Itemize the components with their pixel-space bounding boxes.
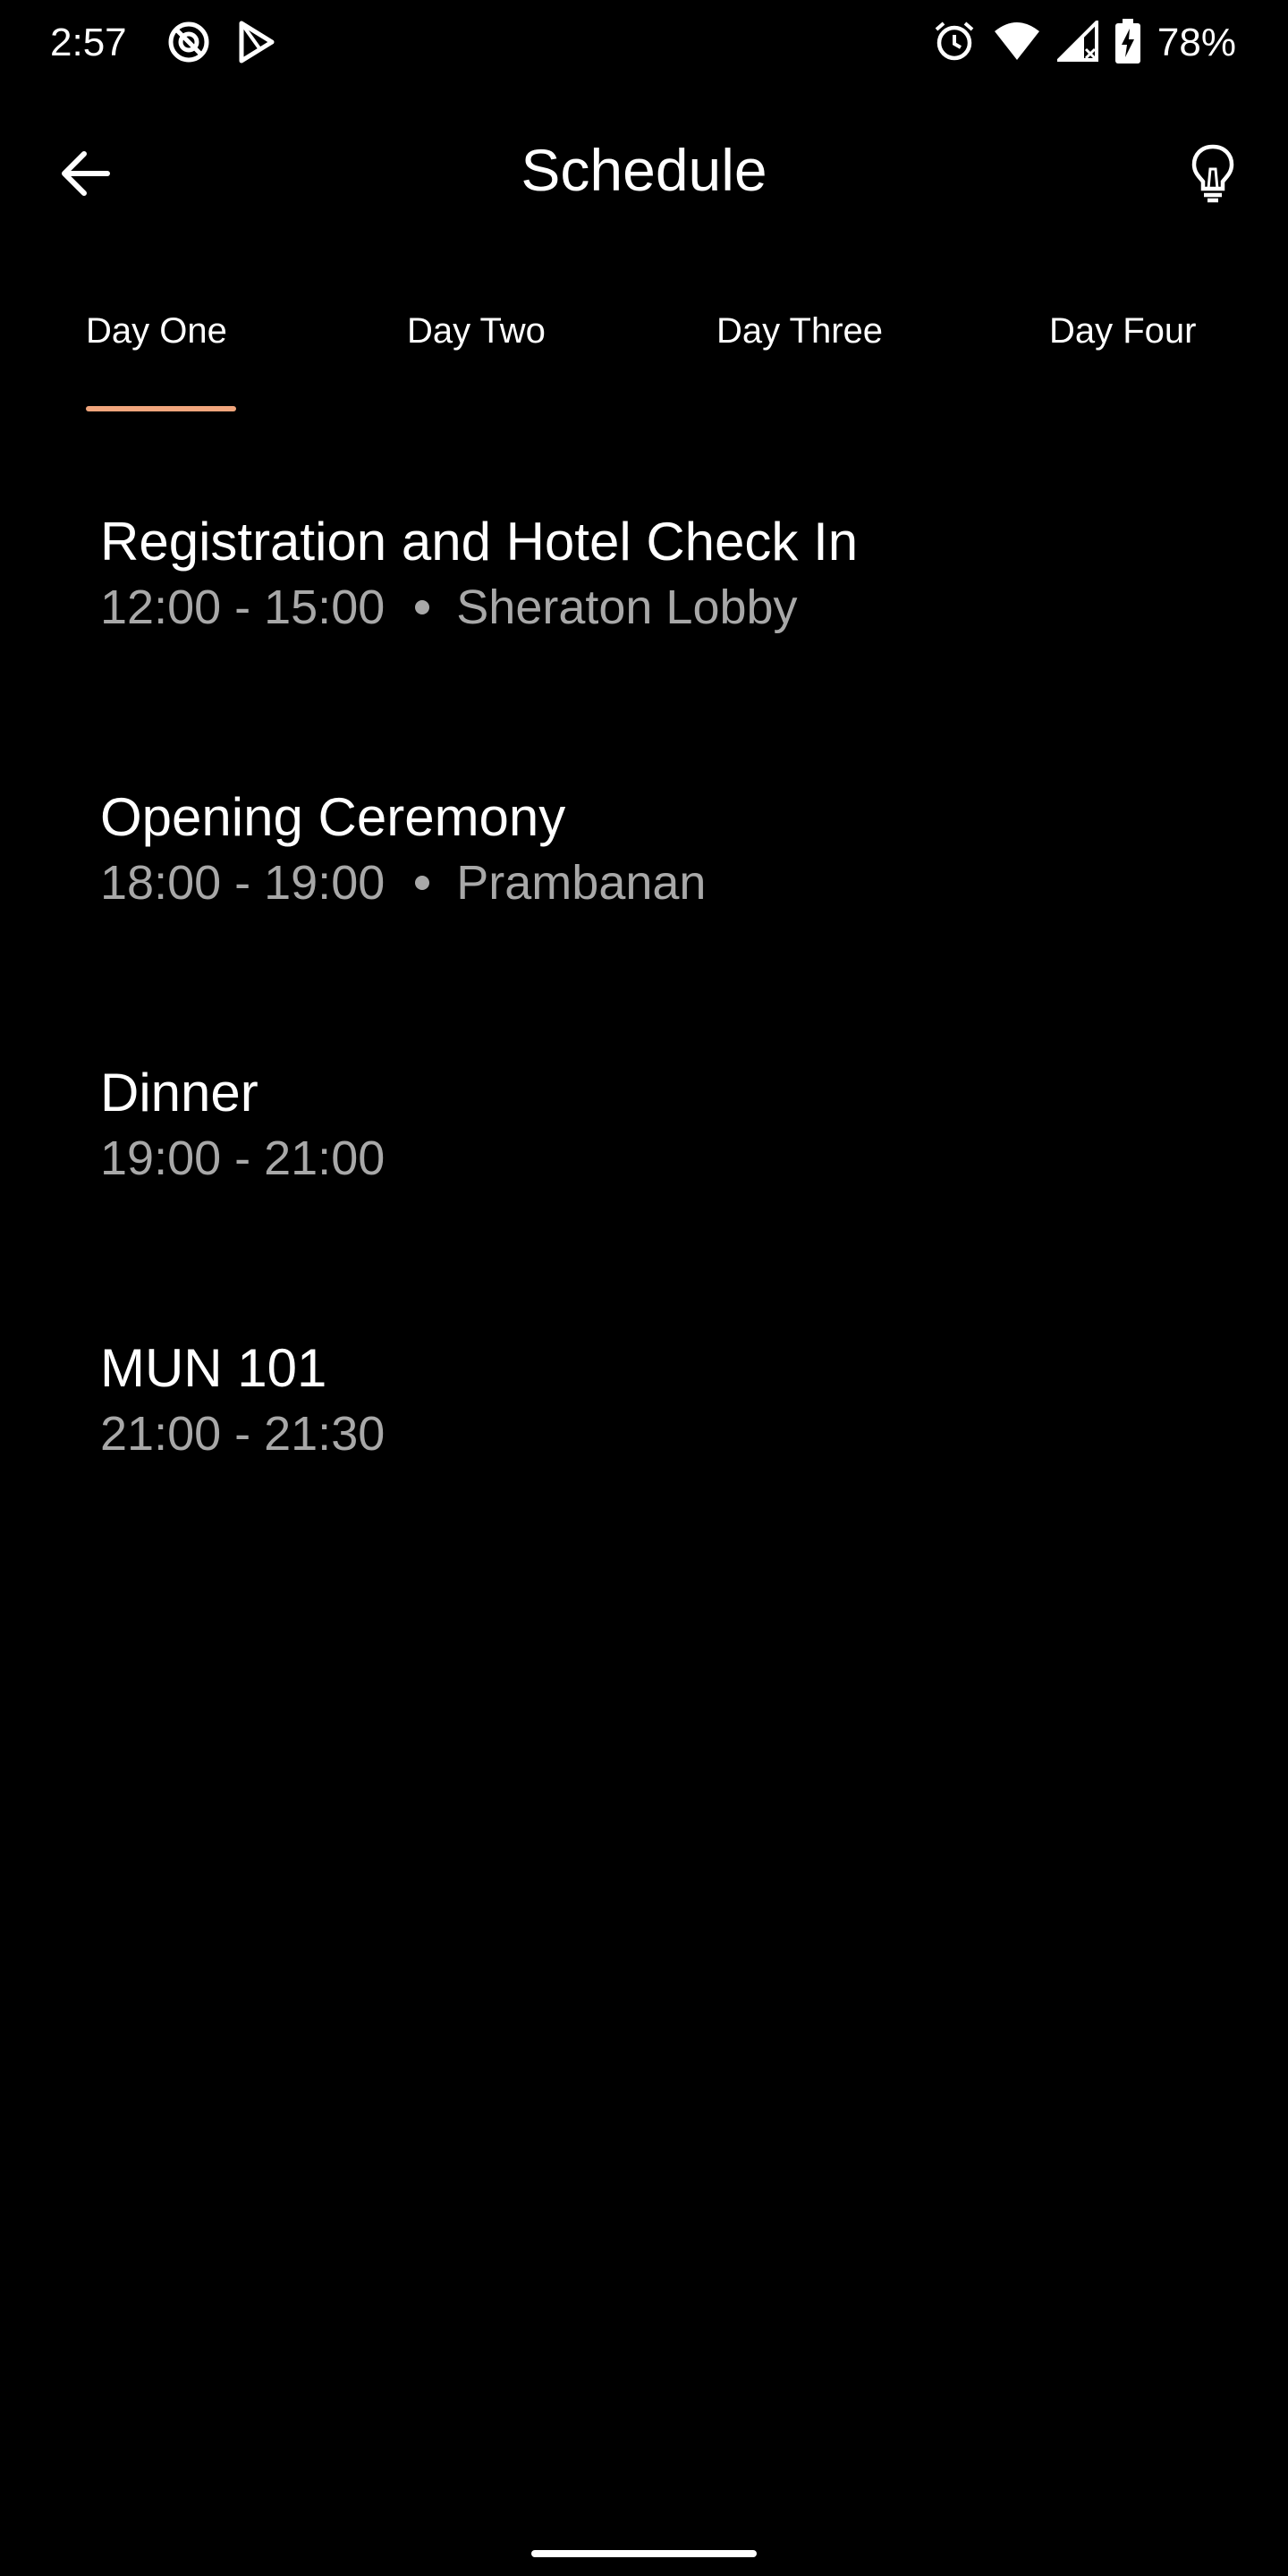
day-tabs: Day One Day Two Day Three Day Four [0, 295, 1288, 420]
schedule-item[interactable]: Opening Ceremony 18:00 - 19:00 Prambanan [0, 758, 1288, 955]
battery-charging-icon [1114, 18, 1141, 69]
tab-day-one[interactable]: Day One [86, 295, 227, 420]
event-meta: 18:00 - 19:00 Prambanan [100, 852, 706, 914]
schedule-item[interactable]: Registration and Hotel Check In 12:00 - … [0, 483, 1288, 680]
event-location: Prambanan [456, 856, 707, 910]
event-meta: 12:00 - 15:00 Sheraton Lobby [100, 576, 798, 639]
signal-icon [1055, 17, 1098, 66]
separator-dot [415, 876, 430, 890]
home-gesture-bar[interactable] [531, 2550, 757, 2557]
event-time: 18:00 - 19:00 [100, 856, 386, 910]
selected-tab-indicator [86, 406, 236, 411]
status-left-icons [166, 20, 277, 69]
tip-button[interactable] [1177, 140, 1249, 211]
event-meta: 21:00 - 21:30 [100, 1402, 385, 1465]
wifi-icon [993, 21, 1041, 66]
separator-dot [415, 600, 430, 614]
status-time: 2:57 [50, 21, 127, 64]
event-time: 19:00 - 21:00 [100, 1131, 386, 1185]
status-right: 78% [932, 16, 1236, 70]
event-location: Sheraton Lobby [456, 580, 798, 634]
schedule-item[interactable]: Dinner 19:00 - 21:00 [0, 1034, 1288, 1231]
status-bar: 2:57 78% [0, 0, 1288, 88]
event-meta: 19:00 - 21:00 [100, 1127, 385, 1190]
tab-day-three[interactable]: Day Three [716, 295, 883, 420]
lightbulb-icon [1191, 144, 1235, 208]
do-not-disturb-icon [166, 20, 211, 69]
tab-day-two[interactable]: Day Two [407, 295, 546, 420]
alarm-icon [932, 19, 977, 68]
play-store-icon [236, 20, 277, 69]
app-bar: Schedule [0, 107, 1288, 242]
event-title: MUN 101 [100, 1338, 327, 1398]
event-title: Dinner [100, 1063, 258, 1123]
battery-percent: 78% [1157, 21, 1236, 64]
event-title: Opening Ceremony [100, 787, 566, 847]
tab-day-four[interactable]: Day Four [1049, 295, 1197, 420]
event-time: 12:00 - 15:00 [100, 580, 386, 634]
page-title: Schedule [521, 137, 767, 203]
event-time: 21:00 - 21:30 [100, 1407, 386, 1461]
event-title: Registration and Hotel Check In [100, 512, 859, 572]
schedule-item[interactable]: MUN 101 21:00 - 21:30 [0, 1309, 1288, 1506]
